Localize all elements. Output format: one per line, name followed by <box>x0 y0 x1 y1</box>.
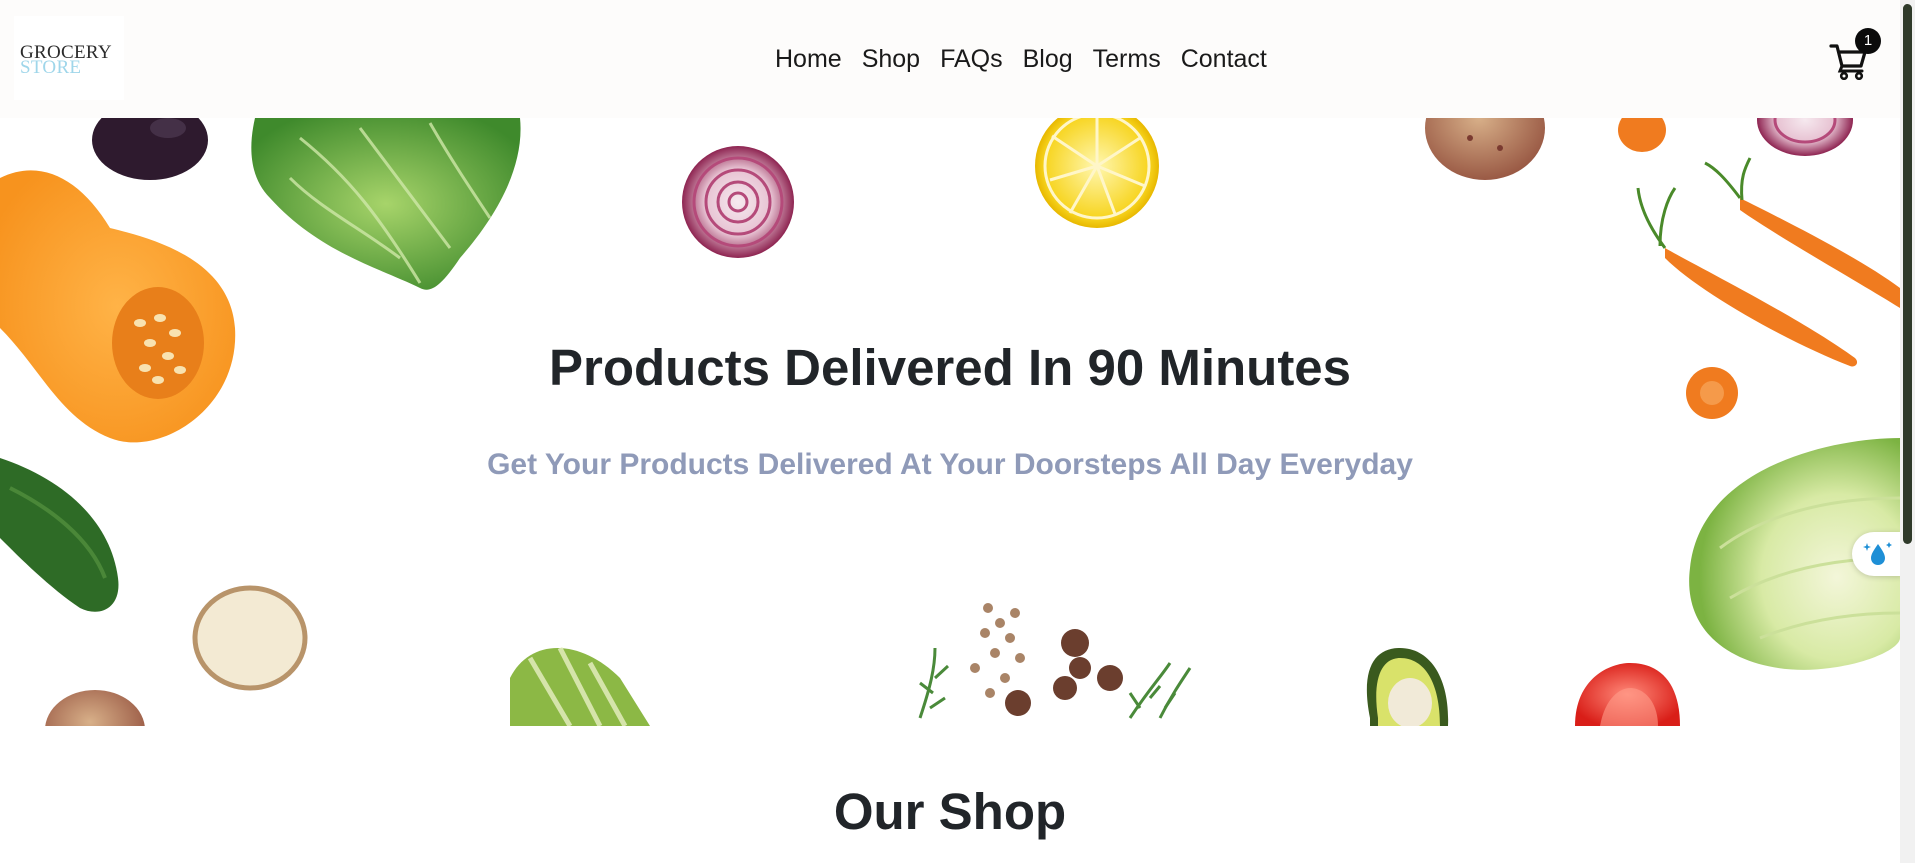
vegetables-background <box>0 118 1900 726</box>
scrollbar-thumb[interactable] <box>1903 4 1912 544</box>
potato <box>1425 118 1545 180</box>
savoy-cabbage <box>251 118 521 290</box>
nav-faqs[interactable]: FAQs <box>940 44 1003 74</box>
nav-blog[interactable]: Blog <box>1023 44 1073 74</box>
potato-half <box>192 585 308 691</box>
hero-banner: Products Delivered In 90 Minutes Get You… <box>0 118 1900 726</box>
spices <box>970 603 1123 716</box>
avocado <box>1366 648 1449 726</box>
nav-terms[interactable]: Terms <box>1093 44 1161 74</box>
page-scrollbar[interactable] <box>1900 0 1915 863</box>
cart-count-badge: 1 <box>1855 28 1881 54</box>
onion-right <box>1757 118 1853 156</box>
logo-line-2: STORE <box>20 57 82 78</box>
site-header: GROCERY STORE Home Shop FAQs Blog Terms … <box>0 0 1900 118</box>
floating-action-button[interactable] <box>1852 532 1900 576</box>
hero-subtitle: Get Your Products Delivered At Your Door… <box>487 448 1413 481</box>
eggplant <box>92 118 208 180</box>
tomato <box>1575 663 1680 726</box>
nav-shop[interactable]: Shop <box>862 44 920 74</box>
store-logo[interactable]: GROCERY STORE <box>14 16 124 100</box>
page: GROCERY STORE Home Shop FAQs Blog Terms … <box>0 0 1915 863</box>
cucumber <box>510 646 650 726</box>
nav-contact[interactable]: Contact <box>1181 44 1267 74</box>
nav-home[interactable]: Home <box>775 44 842 74</box>
hero-title: Products Delivered In 90 Minutes <box>548 339 1352 396</box>
lemon-slice <box>1035 118 1159 228</box>
section-title-our-shop: Our Shop <box>833 783 1067 840</box>
red-onion <box>682 146 794 258</box>
potato-bottom <box>45 690 145 726</box>
main-nav: Home Shop FAQs Blog Terms Contact <box>775 44 1267 74</box>
butternut-squash <box>0 170 236 443</box>
carrot-slice-top <box>1618 118 1666 152</box>
carrots <box>1636 157 1900 367</box>
